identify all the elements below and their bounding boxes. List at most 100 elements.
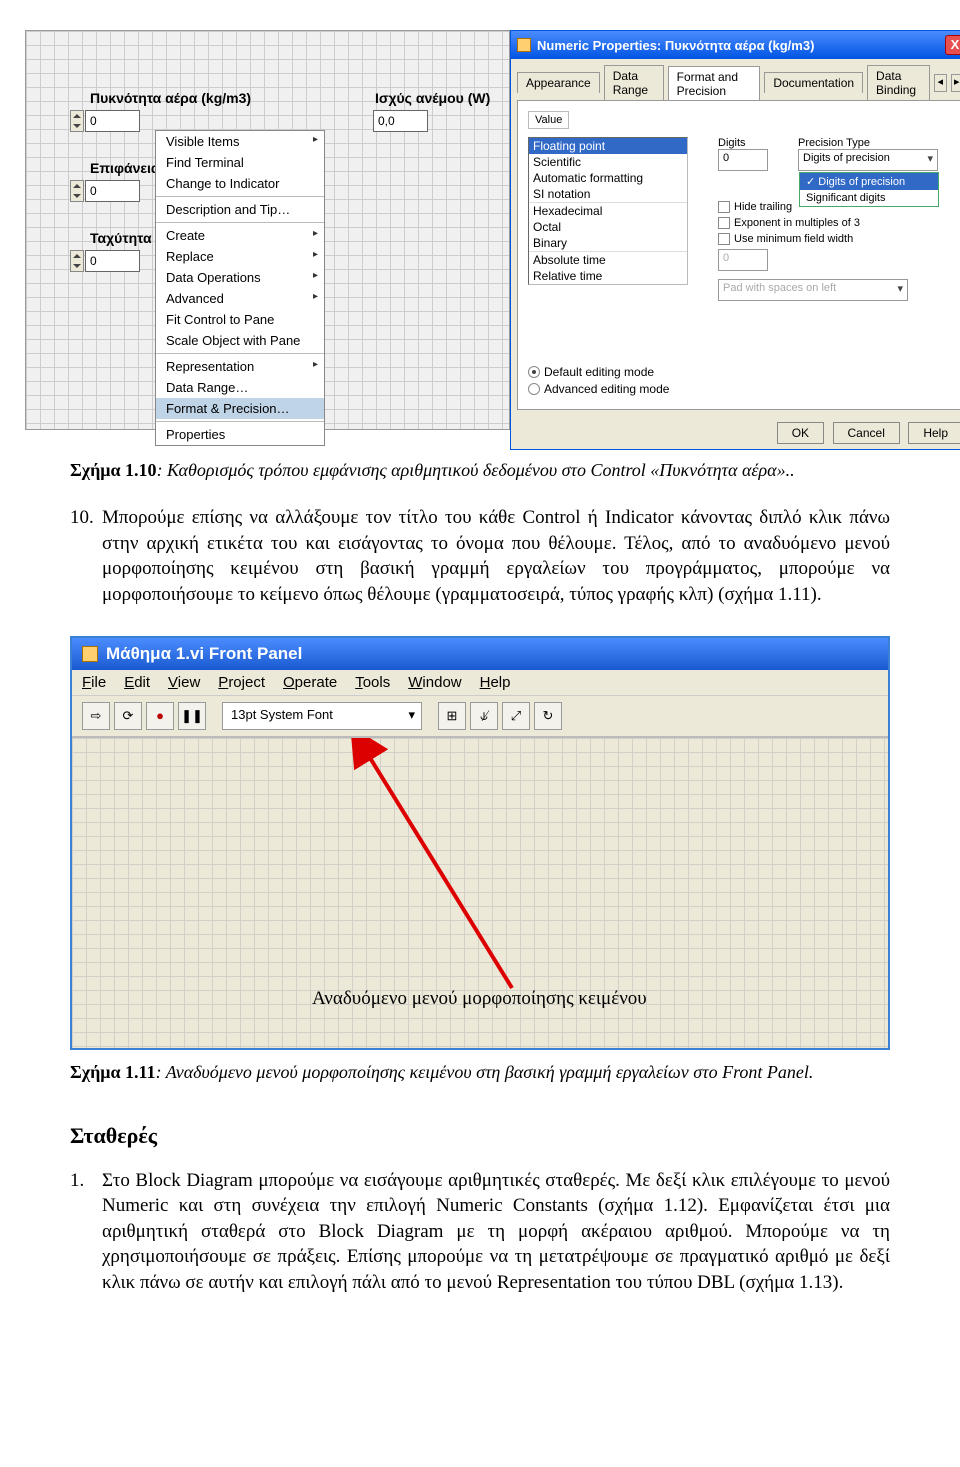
listbox-item-6[interactable]: Binary [529,235,687,251]
default-mode-label: Default editing mode [544,365,654,379]
ok-button[interactable]: OK [777,422,824,444]
min-width-checkbox[interactable] [718,233,730,245]
front-panel-title: Μάθημα 1.vi Front Panel [106,644,302,664]
figure-2: Μάθημα 1.vi Front Panel File Edit View Proj… [70,636,890,1050]
digits-field[interactable]: 0 [718,149,768,171]
speed-value[interactable]: 0 [85,250,140,272]
ctx-item-6[interactable]: Data Operations [156,267,324,288]
menu-view[interactable]: View [168,674,200,691]
power-label: Ισχύς ανέμου (W) [375,90,490,106]
pad-dropdown[interactable]: Pad with spaces on left [718,279,908,301]
properties-dialog: Numeric Properties: Πυκνότητα αέρα (kg/m… [510,30,960,450]
ctx-item-3[interactable]: Description and Tip… [156,199,324,220]
figure-1-caption: Σχήμα 1.10: Καθορισμός τρόπου εμφάνισης … [70,460,890,481]
advanced-mode-label: Advanced editing mode [544,382,669,396]
precision-type-value: Digits of precision [803,152,890,164]
dialog-title-bar: Numeric Properties: Πυκνότητα αέρα (kg/m… [511,31,960,59]
ctx-item-8[interactable]: Fit Control to Pane [156,309,324,330]
align-button[interactable]: ⊞ [438,702,466,730]
context-menu[interactable]: Visible ItemsFind TerminalChange to Indi… [155,130,325,446]
figure-1: Πυκνότητα αέρα (kg/m3) 0 Ισχύς ανέμου (W… [25,30,950,430]
menu-project[interactable]: Project [218,674,265,691]
ctx-item-9[interactable]: Scale Object with Pane [156,330,324,351]
advanced-mode-radio[interactable] [528,383,540,395]
menu-edit[interactable]: Edit [124,674,150,691]
paragraph-10: 10.Μπορούμε επίσης να αλλάξουμε τον τίτλ… [102,505,890,608]
ctx-item-5[interactable]: Replace [156,246,324,267]
default-mode-radio[interactable] [528,366,540,378]
tab-nav-left[interactable]: ◂ [934,74,946,92]
ctx-item-10[interactable]: Representation [156,356,324,377]
stop-button[interactable]: ● [146,702,174,730]
hide-trailing-checkbox[interactable] [718,201,730,213]
value-section-label: Value [528,111,569,129]
listbox-item-0[interactable]: Floating point [529,138,687,154]
menu-tools[interactable]: Tools [355,674,390,691]
ctx-item-12[interactable]: Format & Precision… [156,398,324,419]
dialog-title: Numeric Properties: Πυκνότητα αέρα (kg/m… [537,38,814,53]
distribute-button[interactable]: ⫝̸ [470,702,498,730]
dialog-body: Value Floating pointScientificAutomatic … [517,100,960,410]
resize-button[interactable]: ⤢ [502,702,530,730]
front-panel-title-bar: Μάθημα 1.vi Front Panel [72,638,888,670]
precision-type-label: Precision Type [798,137,938,149]
ctx-item-2[interactable]: Change to Indicator [156,173,324,194]
precision-type-dropdown[interactable]: Digits of precision Digits of precisionS… [798,149,938,171]
reorder-button[interactable]: ↻ [534,702,562,730]
pad-label: Pad with spaces on left [723,282,836,294]
close-icon[interactable]: X [945,35,960,55]
power-value[interactable]: 0,0 [373,110,428,132]
ctx-item-0[interactable]: Visible Items [156,131,324,152]
menu-window[interactable]: Window [408,674,461,691]
min-width-label: Use minimum field width [734,233,853,245]
listbox-item-5[interactable]: Octal [529,219,687,235]
pause-button[interactable]: ❚❚ [178,702,206,730]
run-continuous-button[interactable]: ⟳ [114,702,142,730]
menu-help[interactable]: Help [480,674,511,691]
listbox-item-4[interactable]: Hexadecimal [529,202,687,219]
tab-nav-right[interactable]: ▸ [951,74,960,92]
format-listbox[interactable]: Floating pointScientificAutomatic format… [528,137,688,285]
figure-2-caption: Σχήμα 1.11: Αναδυόμενο μενού μορφοποίηση… [70,1062,890,1083]
annotation-text: Αναδυόμενο μενού μορφοποίησης κειμένου [312,988,647,1010]
list-number-1: 1. [70,1168,102,1194]
ctx-item-11[interactable]: Data Range… [156,377,324,398]
paragraph-1: 1.Στο Block Diagram μπορούμε να εισάγουμ… [102,1168,890,1296]
exponent-checkbox[interactable] [718,217,730,229]
listbox-item-7[interactable]: Absolute time [529,251,687,268]
tab-data-binding[interactable]: Data Binding [867,65,930,100]
min-width-field[interactable]: 0 [718,249,768,271]
menu-file[interactable]: File [82,674,106,691]
speed-spinner[interactable] [70,250,84,272]
listbox-item-2[interactable]: Automatic formatting [529,170,687,186]
ctx-item-1[interactable]: Find Terminal [156,152,324,173]
area-spinner[interactable] [70,180,84,202]
density-label: Πυκνότητα αέρα (kg/m3) [90,90,251,106]
tab-appearance[interactable]: Appearance [517,72,600,93]
dd-option-0[interactable]: Digits of precision [800,173,938,190]
cancel-button[interactable]: Cancel [833,422,900,444]
front-panel-grid-area: Αναδυόμενο μενού μορφοποίησης κειμένου [72,738,888,1048]
digits-label: Digits [718,137,768,149]
listbox-item-1[interactable]: Scientific [529,154,687,170]
font-dropdown[interactable]: 13pt System Font [222,702,422,730]
run-button[interactable]: ⇨ [82,702,110,730]
tab-format-and-precision[interactable]: Format and Precision [668,66,761,101]
ctx-item-13[interactable]: Properties [156,424,324,445]
listbox-item-8[interactable]: Relative time [529,268,687,284]
list-number-10: 10. [70,505,102,531]
dialog-button-row: OK Cancel Help [511,416,960,450]
help-button[interactable]: Help [908,422,960,444]
area-value[interactable]: 0 [85,180,140,202]
dialog-tabs: AppearanceData RangeFormat and Precision… [511,59,960,100]
ctx-item-7[interactable]: Advanced [156,288,324,309]
menu-operate[interactable]: Operate [283,674,337,691]
listbox-item-3[interactable]: SI notation [529,186,687,202]
tab-documentation[interactable]: Documentation [764,72,863,93]
ctx-item-4[interactable]: Create [156,225,324,246]
density-spinner[interactable] [70,110,84,132]
toolbar: ⇨ ⟳ ● ❚❚ 13pt System Font ⊞ ⫝̸ ⤢ ↻ [72,696,888,738]
density-value[interactable]: 0 [85,110,140,132]
menu-bar[interactable]: File Edit View Project Operate Tools Window Hel… [72,670,888,696]
tab-data-range[interactable]: Data Range [604,65,664,100]
